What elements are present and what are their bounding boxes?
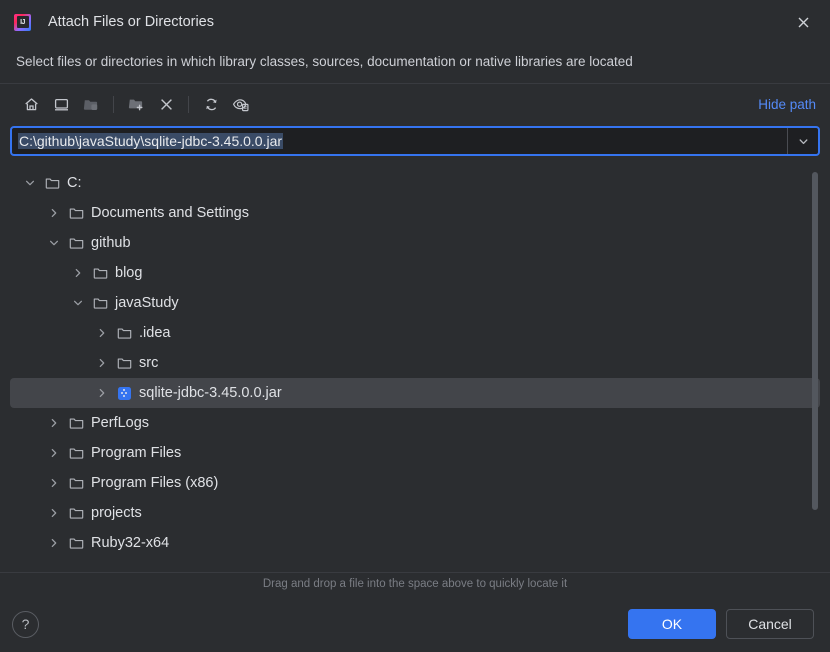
tree-row[interactable]: C:	[10, 168, 820, 198]
folder-icon	[90, 258, 110, 288]
tree-row[interactable]: Program Files	[10, 438, 820, 468]
folder-icon	[42, 168, 62, 198]
tree-row-label: Documents and Settings	[91, 205, 249, 221]
attach-files-dialog: IJ Attach Files or Directories Select fi…	[0, 0, 830, 652]
folder-icon	[114, 318, 134, 348]
chevron-down-icon[interactable]	[18, 168, 42, 198]
chevron-right-icon[interactable]	[42, 408, 66, 438]
drag-drop-hint: Drag and drop a file into the space abov…	[262, 578, 568, 590]
tree-row[interactable]: projects	[10, 498, 820, 528]
tree-row[interactable]: sqlite-jdbc-3.45.0.0.jar	[10, 378, 820, 408]
help-button[interactable]: ?	[12, 610, 39, 638]
tree-scrollbar-thumb[interactable]	[812, 172, 818, 510]
chevron-right-icon[interactable]	[66, 258, 90, 288]
tree-row[interactable]: PerfLogs	[10, 408, 820, 438]
project-folder-icon	[76, 90, 106, 118]
tree-row[interactable]: javaStudy	[10, 288, 820, 318]
chevron-right-icon[interactable]	[42, 438, 66, 468]
tree-row-label: projects	[91, 505, 142, 521]
ok-button[interactable]: OK	[628, 609, 716, 639]
tree-row[interactable]: Ruby32-x64	[10, 528, 820, 558]
app-icon-letters: IJ	[16, 16, 29, 28]
dialog-subtitle: Select files or directories in which lib…	[16, 54, 633, 69]
folder-icon	[66, 408, 86, 438]
tree-row-label: Program Files	[91, 445, 182, 461]
tree-row-label: blog	[115, 265, 143, 281]
cancel-button[interactable]: Cancel	[726, 609, 814, 639]
desktop-icon[interactable]	[46, 90, 76, 118]
tree-row[interactable]: github	[10, 228, 820, 258]
chevron-down-icon[interactable]	[42, 228, 66, 258]
show-hidden-files-icon[interactable]	[226, 90, 256, 118]
file-tree-panel: C: Documents and Settings github blog javaSt…	[10, 168, 820, 572]
tree-row[interactable]: blog	[10, 258, 820, 288]
tree-row-label: sqlite-jdbc-3.45.0.0.jar	[139, 385, 282, 401]
chevron-right-icon[interactable]	[42, 498, 66, 528]
chevron-right-icon[interactable]	[42, 468, 66, 498]
folder-icon	[66, 528, 86, 558]
tree-row-label: src	[139, 355, 159, 371]
home-icon[interactable]	[16, 90, 46, 118]
hide-path-link[interactable]: Hide path	[758, 97, 816, 112]
tree-row-label: javaStudy	[115, 295, 179, 311]
chevron-right-icon[interactable]	[90, 378, 114, 408]
path-input-selected-text: C:\github\javaStudy\sqlite-jdbc-3.45.0.0…	[18, 133, 284, 149]
folder-icon	[66, 468, 86, 498]
chevron-down-icon[interactable]	[788, 128, 818, 154]
toolbar: Hide path	[0, 84, 830, 124]
chevron-down-icon[interactable]	[66, 288, 90, 318]
tree-row[interactable]: .idea	[10, 318, 820, 348]
chevron-right-icon[interactable]	[42, 528, 66, 558]
folder-icon	[66, 498, 86, 528]
close-icon[interactable]	[788, 7, 818, 37]
refresh-icon[interactable]	[196, 90, 226, 118]
tree-row[interactable]: src	[10, 348, 820, 378]
chevron-right-icon[interactable]	[90, 318, 114, 348]
folder-icon	[114, 348, 134, 378]
tree-row-label: Ruby32-x64	[91, 535, 170, 551]
toolbar-separator-1	[113, 95, 114, 113]
button-bar: ? OK Cancel	[0, 596, 830, 652]
intellij-idea-logo-icon: IJ	[14, 13, 31, 31]
tree-row[interactable]: Program Files (x86)	[10, 468, 820, 498]
chevron-right-icon[interactable]	[42, 198, 66, 228]
tree-row-label: C:	[67, 175, 82, 191]
path-row: C:\github\javaStudy\sqlite-jdbc-3.45.0.0…	[0, 124, 830, 156]
toolbar-separator-2	[188, 95, 189, 113]
delete-icon[interactable]	[151, 90, 181, 118]
dialog-title: Attach Files or Directories	[48, 14, 214, 30]
file-tree[interactable]: C: Documents and Settings github blog javaSt…	[10, 168, 820, 572]
folder-icon	[90, 288, 110, 318]
path-input[interactable]: C:\github\javaStudy\sqlite-jdbc-3.45.0.0…	[10, 126, 820, 156]
chevron-right-icon[interactable]	[90, 348, 114, 378]
tree-row[interactable]: Documents and Settings	[10, 198, 820, 228]
new-folder-icon[interactable]	[121, 90, 151, 118]
tree-row-label: Program Files (x86)	[91, 475, 219, 491]
action-buttons: OK Cancel	[628, 609, 814, 639]
folder-icon	[66, 198, 86, 228]
tree-row-label: .idea	[139, 325, 171, 341]
title-bar: IJ Attach Files or Directories	[0, 0, 830, 44]
tree-row-label: github	[91, 235, 131, 251]
path-input-value[interactable]: C:\github\javaStudy\sqlite-jdbc-3.45.0.0…	[12, 133, 787, 149]
folder-icon	[66, 228, 86, 258]
jar-icon	[114, 378, 134, 408]
tree-scrollbar[interactable]	[811, 172, 819, 520]
folder-icon	[66, 438, 86, 468]
tree-row-label: PerfLogs	[91, 415, 150, 431]
